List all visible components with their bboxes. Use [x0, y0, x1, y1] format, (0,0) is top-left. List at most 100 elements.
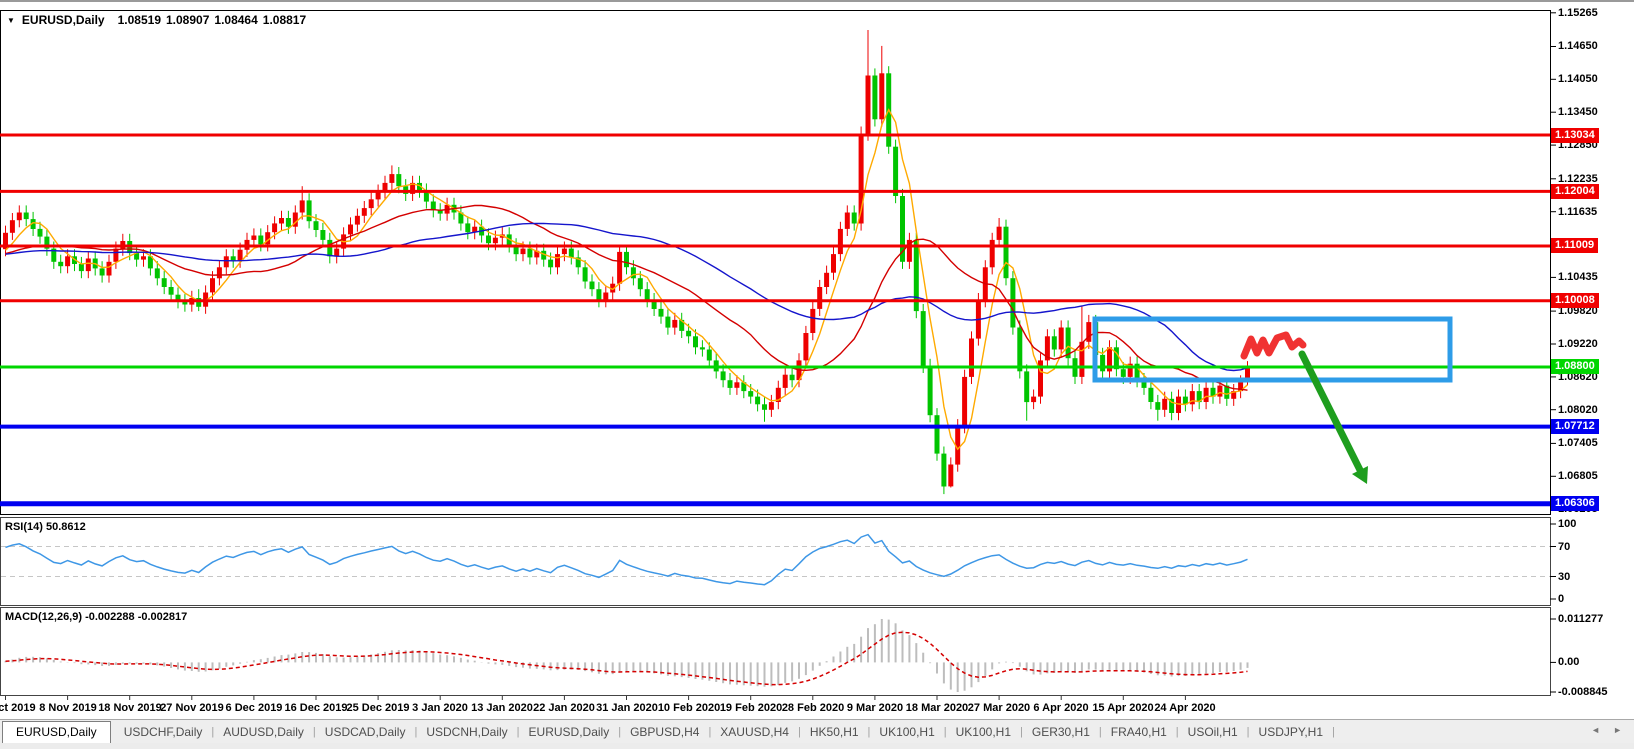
price-level-badge: 1.10008 [1551, 293, 1599, 308]
candle-body [755, 397, 760, 405]
candle-body [997, 227, 1002, 240]
candle-body [769, 402, 774, 410]
candle-body [272, 223, 277, 232]
mt4-window: ▼ EURUSD,Daily 1.08519 1.08907 1.08464 1… [0, 0, 1634, 749]
tab-eurusd-daily[interactable]: EURUSD,Daily [520, 725, 619, 739]
tab-audusd-daily[interactable]: AUDUSD,Daily [214, 725, 313, 739]
tab-uk100-h1[interactable]: UK100,H1 [870, 725, 943, 739]
candle-body [251, 236, 256, 240]
candle-body [852, 213, 857, 224]
candle-body [1079, 342, 1084, 377]
tab-eurusd-daily[interactable]: EURUSD,Daily [2, 721, 111, 744]
price-tick-label: 1.10435 [1558, 270, 1598, 284]
candle-body [1031, 397, 1036, 403]
candle-body [10, 220, 15, 233]
candle-body [258, 236, 263, 245]
candle-body [1155, 402, 1160, 410]
ohlc-close: 1.08817 [263, 13, 306, 27]
candle-body [1052, 336, 1057, 349]
down-arrow-annotation[interactable] [1302, 354, 1360, 470]
candle-body [1004, 227, 1009, 279]
candle-body [17, 213, 22, 221]
tab-usdcad-daily[interactable]: USDCAD,Daily [316, 725, 415, 739]
candle-body [562, 249, 567, 255]
candle-body [279, 218, 284, 224]
candle-body [969, 339, 974, 377]
candle-body [665, 317, 670, 328]
tab-usdjpy-h1[interactable]: USDJPY,H1 [1250, 725, 1332, 739]
candle-body [320, 230, 325, 240]
chart-canvas [0, 2, 1634, 749]
ohlc-high: 1.08907 [166, 13, 209, 27]
candle-body [527, 249, 532, 258]
candle-body [389, 174, 394, 183]
rsi-tick-label: 30 [1558, 570, 1570, 584]
candle-body [728, 380, 733, 388]
candle-body [286, 218, 291, 227]
candle-body [845, 213, 850, 229]
macd-indicator-label: MACD(12,26,9) -0.002288 -0.002817 [5, 611, 187, 623]
candle-body [521, 249, 526, 255]
candle-body [803, 333, 808, 360]
macd-panel-frame [1, 608, 1551, 696]
candle-body [1100, 355, 1105, 371]
candle-body [100, 268, 105, 275]
rsi-tick-label: 70 [1558, 540, 1570, 554]
tab-xauusd-h4[interactable]: XAUUSD,H4 [711, 725, 798, 739]
rsi-tick-label: 100 [1558, 517, 1576, 531]
candle-body [307, 200, 312, 221]
candle-body [810, 309, 815, 333]
candle-body [686, 331, 691, 337]
candle-body [672, 320, 677, 328]
candle-body [872, 76, 877, 120]
candle-body [1204, 388, 1209, 402]
candle-body [238, 250, 243, 261]
candle-body [348, 225, 353, 235]
candle-body [817, 287, 822, 309]
candle-body [790, 375, 795, 381]
candle-body [596, 289, 601, 300]
tab-fra40-h1[interactable]: FRA40,H1 [1102, 725, 1176, 739]
tab-ger30-h1[interactable]: GER30,H1 [1023, 725, 1099, 739]
candle-body [1059, 328, 1064, 350]
tab-usdchf-daily[interactable]: USDCHF,Daily [115, 725, 212, 739]
candle-body [928, 366, 933, 415]
candle-body [962, 377, 967, 426]
price-level-badge: 1.12004 [1551, 184, 1599, 199]
candle-body [866, 76, 871, 134]
tab-gbpusd-h4[interactable]: GBPUSD,H4 [621, 725, 708, 739]
tab-hk50-h1[interactable]: HK50,H1 [801, 725, 868, 739]
candle-body [838, 229, 843, 254]
tab-scroll-left-icon[interactable]: ◄ [1591, 725, 1600, 735]
price-tick-label: 1.07405 [1558, 436, 1598, 450]
tab-usoil-h1[interactable]: USOil,H1 [1179, 725, 1247, 739]
tab-uk100-h1[interactable]: UK100,H1 [947, 725, 1020, 739]
ohlc-open: 1.08519 [118, 13, 161, 27]
macd-signal-line [6, 632, 1248, 684]
candle-body [38, 229, 43, 237]
candle-body [990, 240, 995, 267]
price-tick-label: 1.08020 [1558, 403, 1598, 417]
candle-body [224, 256, 229, 267]
candle-body [162, 278, 167, 287]
candle-body [169, 287, 174, 295]
candle-body [217, 267, 222, 278]
ma-line-5 [6, 110, 1248, 450]
date-label: 24 Apr 2020 [1145, 702, 1225, 714]
candle-body [113, 249, 118, 262]
tab-usdcnh-daily[interactable]: USDCNH,Daily [417, 725, 516, 739]
rsi-indicator-label: RSI(14) 50.8612 [5, 521, 86, 533]
candle-body [590, 282, 595, 290]
candle-body [1148, 388, 1153, 402]
collapse-chart-icon[interactable]: ▼ [7, 16, 15, 25]
candle-body [362, 208, 367, 216]
tab-scroll-right-icon[interactable]: ► [1613, 725, 1622, 735]
candle-body [1217, 386, 1222, 397]
candle-body [1162, 399, 1167, 410]
candle-body [231, 256, 236, 260]
candle-body [1121, 369, 1126, 377]
zigzag-annotation[interactable] [1244, 335, 1303, 356]
candle-body [314, 221, 319, 230]
candle-body [693, 336, 698, 347]
price-level-badge: 1.08800 [1551, 359, 1599, 374]
